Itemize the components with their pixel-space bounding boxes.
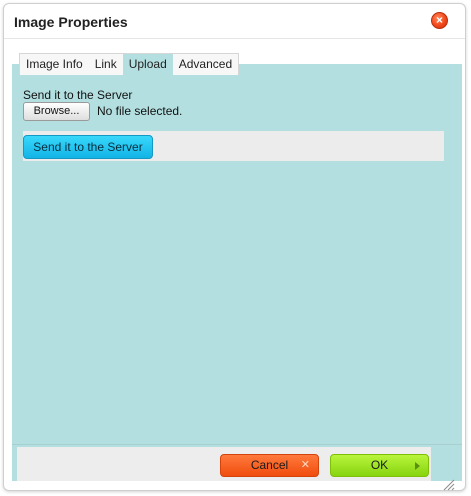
image-properties-dialog: Image Properties × Image Info Link Uploa…: [3, 3, 466, 491]
ok-button-label: OK: [370, 458, 389, 472]
tab-image-info[interactable]: Image Info: [20, 54, 89, 75]
browse-button[interactable]: Browse...: [23, 102, 90, 121]
arrow-right-icon: [415, 462, 420, 470]
dialog-title: Image Properties: [14, 14, 128, 30]
footer-divider: [12, 444, 462, 445]
send-to-server-button[interactable]: Send it to the Server: [23, 135, 153, 159]
title-divider: [4, 38, 465, 39]
tab-upload[interactable]: Upload: [122, 54, 173, 75]
tab-panel: [12, 64, 462, 481]
resize-grip-icon[interactable]: [443, 478, 455, 491]
upload-section-label: Send it to the Server: [23, 88, 133, 102]
cancel-button[interactable]: Cancel ✕: [220, 454, 319, 477]
close-small-icon: ✕: [300, 459, 310, 471]
file-status-text: No file selected.: [97, 104, 183, 118]
close-icon[interactable]: ×: [431, 12, 448, 29]
ok-button[interactable]: OK: [330, 454, 429, 477]
tab-link[interactable]: Link: [89, 54, 123, 75]
tab-bar: Image Info Link Upload Advanced: [19, 53, 240, 75]
tab-advanced[interactable]: Advanced: [173, 54, 238, 75]
